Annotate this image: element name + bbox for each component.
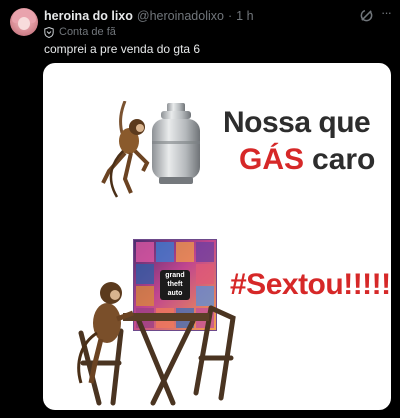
separator-dot: · xyxy=(227,9,233,23)
monkey-image xyxy=(101,101,150,198)
meme-text-sextou: #Sextou!!!!! xyxy=(230,268,391,301)
gas-cylinder-image xyxy=(152,103,200,184)
post-media-image[interactable]: Nossa que GÁS caro grand theft auto #Sext… xyxy=(43,63,391,410)
meme-text-line2: GÁS caro xyxy=(239,143,375,177)
meme-text-caro: caro xyxy=(312,143,376,176)
badge-label: Conta de fã xyxy=(59,26,116,38)
more-options-icon[interactable]: ··· xyxy=(378,5,394,21)
shield-icon xyxy=(44,26,54,38)
avatar[interactable] xyxy=(10,8,38,36)
meme-text-gas: GÁS xyxy=(239,143,305,176)
user-handle[interactable]: @heroinadolixo xyxy=(137,9,224,23)
post-header: heroina do lixo @heroinadolixo · 1 h xyxy=(44,8,254,24)
post-timestamp[interactable]: 1 h xyxy=(236,9,253,23)
avatar-face xyxy=(18,17,30,30)
grok-icon[interactable] xyxy=(359,8,374,23)
fan-account-badge: Conta de fã xyxy=(44,25,116,39)
monkey-with-table-image xyxy=(77,282,236,406)
display-name[interactable]: heroina do lixo xyxy=(44,9,133,23)
meme-text-line1: Nossa que xyxy=(223,106,371,139)
post-text: comprei a pre venda do gta 6 xyxy=(44,42,201,56)
